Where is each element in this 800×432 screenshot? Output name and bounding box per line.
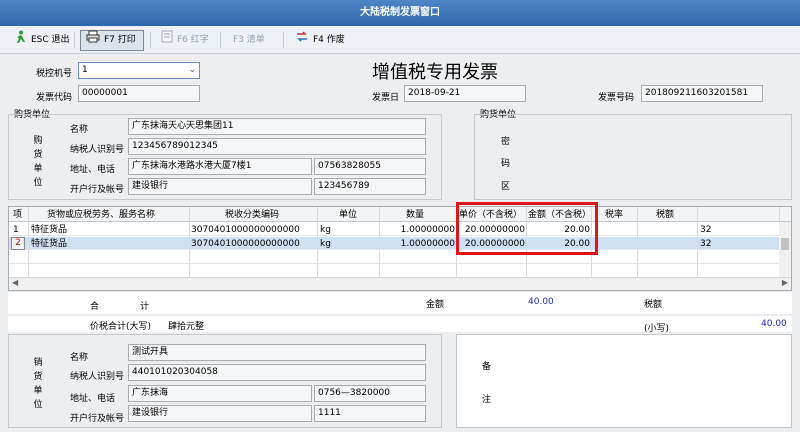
table-row-selected[interactable]: 2 特征货品 3070401000000000000 kg 1.00000000… xyxy=(9,237,791,250)
esc-exit-label: ESC 退出 xyxy=(31,35,70,45)
totals-row xyxy=(8,292,792,314)
code-field[interactable]: 00000001 xyxy=(78,85,200,102)
seller-bank-label: 开户行及帐号 xyxy=(70,414,125,424)
small-amount-value: 40.00 xyxy=(761,319,787,329)
number-label: 发票号码 xyxy=(598,93,635,103)
buyer-name-field[interactable]: 广东抹海天心天思集团11 xyxy=(128,118,426,135)
machine-select[interactable]: 1 ⌄ xyxy=(78,62,200,79)
header-cell: 税率 xyxy=(605,210,624,220)
total-tax-label: 税额 xyxy=(644,300,663,310)
f3-list-button[interactable]: F3 清单 xyxy=(228,30,270,51)
scroll-left-icon[interactable]: ◀ xyxy=(12,278,18,287)
exit-person-icon xyxy=(13,30,27,52)
code-label: 发票代码 xyxy=(36,93,73,103)
header-cell: 税收分类编码 xyxy=(225,210,280,220)
f7-print-label: F7 打印 xyxy=(104,35,136,45)
table-row[interactable]: 1 特征货品 3070401000000000000 kg 1.00000000… xyxy=(9,223,791,236)
cipher-group xyxy=(474,114,792,200)
buyer-bank-field[interactable]: 建设银行 xyxy=(128,178,312,195)
seller-addr-label: 地址、电话 xyxy=(70,394,116,404)
buyer-taxid-label: 纳税人识别号 xyxy=(70,145,125,155)
header-cell: 税额 xyxy=(656,210,675,220)
f4-void-label: F4 作废 xyxy=(313,35,345,45)
seller-phone-field[interactable]: 0756—3820000 xyxy=(314,385,426,402)
buyer-bank-label: 开户行及帐号 xyxy=(70,185,125,195)
buyer-taxid-field[interactable]: 123456789012345 xyxy=(128,138,426,155)
vertical-scrollbar[interactable] xyxy=(779,222,791,279)
cipher-char-2: 码 xyxy=(501,159,511,169)
total-amount-label: 金额 xyxy=(426,300,445,310)
seller-taxid-label: 纳税人识别号 xyxy=(70,372,125,382)
f4-void-button[interactable]: F4 作废 xyxy=(290,30,350,51)
buyer-addr-field[interactable]: 广东抹海水港路水港大厦7楼1 xyxy=(128,158,312,175)
seller-taxid-field[interactable]: 440101020304058 xyxy=(128,364,426,381)
header-cell: 数量 xyxy=(406,210,425,220)
total-ji: 计 xyxy=(140,302,150,312)
buyer-side-label: 购货单位 xyxy=(33,136,43,188)
small-amount-label: (小写) xyxy=(644,324,670,334)
window-title: 大陆税制发票窗口 xyxy=(0,0,800,26)
date-label: 发票日 xyxy=(372,93,400,103)
horizontal-scrollbar[interactable]: ◀ ▶ xyxy=(9,277,791,290)
remarks-area[interactable] xyxy=(456,334,792,428)
void-icon xyxy=(295,30,309,51)
cipher-char-3: 区 xyxy=(501,182,511,192)
buyer-phone-field[interactable]: 07563828055 xyxy=(314,158,426,175)
price-tax-label: 价税合计(大写) xyxy=(90,322,152,332)
seller-bank-field[interactable]: 建设银行 xyxy=(128,405,312,422)
header-cell: 项 xyxy=(13,210,23,220)
f7-print-button[interactable]: F7 打印 xyxy=(80,30,144,51)
price-tax-words: 肆拾元整 xyxy=(168,322,205,332)
total-he: 合 xyxy=(90,302,100,312)
machine-value: 1 xyxy=(82,65,88,75)
esc-exit-button[interactable]: ESC 退出 xyxy=(8,30,75,51)
buyer-addr-label: 地址、电话 xyxy=(70,165,116,175)
header-cell: 单位 xyxy=(339,210,358,220)
items-table[interactable]: 项 货物或应税劳务、服务名称 税收分类编码 单位 数量 单价（不含税） 金额（不… xyxy=(8,206,792,291)
invoice-form: 税控机号 1 ⌄ 增值税专用发票 发票代码 00000001 发票日 2018-… xyxy=(0,54,800,432)
scroll-right-icon[interactable]: ▶ xyxy=(782,278,788,287)
date-field[interactable]: 2018-09-21 xyxy=(404,85,526,102)
highlight-box xyxy=(456,202,598,255)
invoice-heading: 增值税专用发票 xyxy=(372,62,498,83)
machine-label: 税控机号 xyxy=(36,69,73,79)
seller-name-field[interactable]: 测试开具 xyxy=(128,344,426,361)
seller-side-label: 销货单位 xyxy=(33,358,43,410)
cipher-char-1: 密 xyxy=(501,137,511,147)
header-cell: 货物或应税劳务、服务名称 xyxy=(47,210,156,220)
red-invoice-icon xyxy=(161,30,173,51)
total-amount-value: 40.00 xyxy=(528,297,554,307)
f3-list-label: F3 清单 xyxy=(233,35,265,45)
remarks-char-2: 注 xyxy=(482,395,492,405)
chevron-down-icon: ⌄ xyxy=(188,65,196,75)
seller-name-label: 名称 xyxy=(70,353,89,363)
remarks-char-1: 备 xyxy=(482,362,492,372)
toolbar: ESC 退出 F7 打印 F6 红字 F3 清单 F4 作废 xyxy=(0,26,800,54)
buyer-name-label: 名称 xyxy=(70,125,89,135)
seller-account-field[interactable]: 1111 xyxy=(314,405,426,422)
buyer-account-field[interactable]: 123456789 xyxy=(314,178,426,195)
f6-red-invoice-button[interactable]: F6 红字 xyxy=(156,30,214,51)
seller-addr-field[interactable]: 广东抹海 xyxy=(128,385,312,402)
number-field[interactable]: 201809211603201581 xyxy=(641,85,763,102)
printer-icon xyxy=(86,30,100,51)
f6-red-invoice-label: F6 红字 xyxy=(177,35,209,45)
